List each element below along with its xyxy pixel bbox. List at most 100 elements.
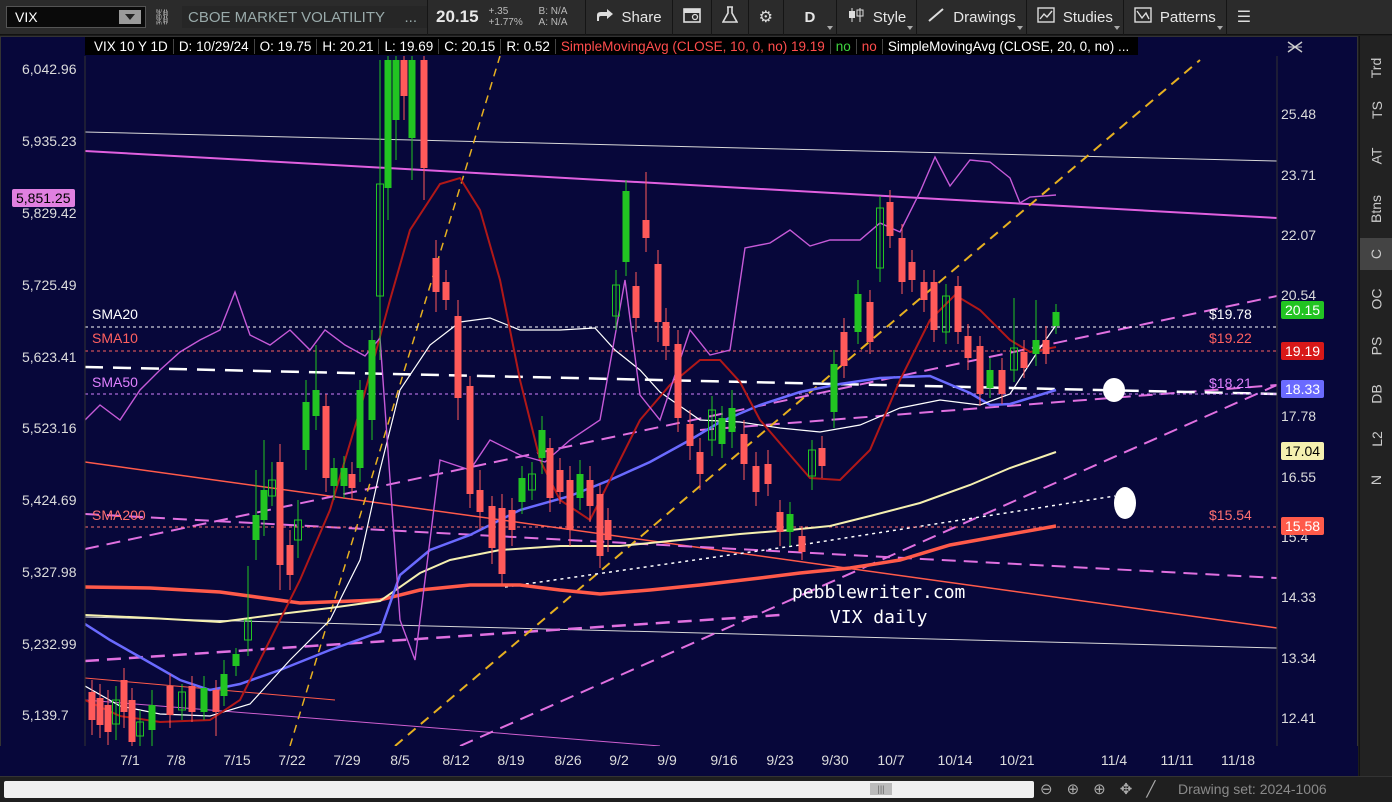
change-block: +.35 +1.77% [489,6,533,28]
drawing-set-label: Drawing set: 2024-1006 [1178,781,1327,797]
sma50-label: SMA50 [92,374,138,390]
studies-button[interactable]: Studies [1027,0,1123,35]
right-axis-label: 25.48 [1281,106,1317,122]
chevron-down-icon[interactable] [119,10,141,24]
candle-body [200,688,208,712]
info-range: R: 0.52 [501,38,556,54]
line-tool-icon[interactable]: ╱ [1146,780,1155,798]
candle-body [312,390,320,416]
scrollbar-thumb[interactable]: ||| [870,783,892,795]
last-price-badge: 20.15 [1281,301,1325,319]
drawings-button[interactable]: Drawings [917,0,1026,35]
sidebar-tab-trd[interactable]: Trd [1360,50,1392,86]
menu-button[interactable]: ☰ [1227,0,1261,35]
right-axis-label: 17.78 [1281,408,1317,424]
x-axis-label: 9/16 [710,752,738,768]
info-low: L: 19.69 [379,38,440,54]
zoom-in-icon[interactable]: ⊕ [1093,780,1106,798]
sidebar-tab-db[interactable]: DB [1360,376,1392,412]
candle-body [604,520,612,540]
candle-body [148,705,156,730]
bottom-bar: ||| ⊖ ⊕ ⊕ ✥ ╱ Drawing set: 2024-1006 [0,776,1392,802]
candle-body [260,490,268,520]
sidebar-tab-n[interactable]: N [1360,462,1392,498]
candle-body [454,316,462,398]
x-axis-label: 8/12 [442,752,470,768]
sidebar-tab-c[interactable]: C [1360,238,1392,270]
sma20-label: SMA20 [92,306,138,322]
sidebar-tab-l2[interactable]: L2 [1360,421,1392,457]
candle-body [696,452,704,474]
sma50-price-label: $18.21 [1209,375,1252,391]
candle-body [220,674,228,696]
candle-body [964,336,972,358]
candle-body [96,698,104,725]
patterns-label: Patterns [1159,8,1216,26]
candle-body [930,282,938,330]
spx-price-badge: 5,851.25 [12,189,75,207]
candle-body [128,700,136,742]
sma10-flag-2: no [857,38,883,54]
aggregation-button[interactable]: D [784,0,836,35]
description-more[interactable]: ... [404,9,417,26]
thinkorswim-window: VIX ⛓ CBOE MARKET VOLATILITY ... 20.15 +… [0,0,1392,802]
sma20-study-label[interactable]: SimpleMovingAvg (CLOSE, 20, 0, no) ... [883,39,1134,54]
sidebar-tab-ts[interactable]: TS [1360,92,1392,128]
sidebar-tab-ps[interactable]: PS [1360,328,1392,364]
right-axis-label: 13.34 [1281,650,1317,666]
symbol-selector[interactable]: VIX [6,6,146,28]
candle-body [728,408,736,432]
candle-body [392,60,400,120]
pan-icon[interactable]: ✥ [1120,780,1133,798]
x-axis-label: 10/7 [877,752,905,768]
ask: A: N/A [538,17,568,28]
sidebar-tab-btns[interactable]: Btns [1360,184,1392,234]
watermark-line2: VIX daily [829,607,928,628]
candle-body [586,480,594,506]
candle-body [818,448,826,466]
net-change: +.35 [488,6,509,17]
crosshair-icon[interactable] [1287,41,1303,53]
x-axis-label: 11/11 [1160,752,1194,768]
candle-body [622,191,630,262]
x-axis-label: 8/19 [497,752,525,768]
share-button[interactable]: Share [586,0,672,35]
candle-body [886,202,894,236]
candle-body [662,322,670,346]
candle-body [432,258,440,292]
link-icon[interactable]: ⛓ [152,8,172,26]
candle-body [340,468,348,486]
candle-body [188,686,196,712]
candle-body [740,434,748,464]
sma20-price-label: $19.78 [1209,306,1252,322]
x-axis-label: 7/1 [120,752,140,768]
study-info-bar: VIX 10 Y 1D D: 10/29/24 O: 19.75 H: 20.2… [85,37,1139,55]
candle-body [898,238,906,282]
crosshair-target-icon[interactable]: ⊕ [1067,780,1080,798]
aggregation-label: D [804,8,816,26]
candle-body [830,364,838,412]
candle-body [286,545,294,575]
sidebar-tab-at[interactable]: AT [1360,138,1392,174]
style-button[interactable]: Style [837,0,916,35]
left-axis-label: 5,327.98 [22,564,77,580]
calendar-button[interactable] [673,0,711,35]
flask-icon [721,5,738,29]
zoom-out-icon[interactable]: ⊖ [1040,780,1053,798]
candle-body [356,390,364,468]
settings-button[interactable]: ⚙ [749,0,783,35]
x-axis-label: 9/30 [821,752,849,768]
left-axis-label: 5,725.49 [22,277,77,293]
gear-icon: ⚙ [758,9,773,26]
studies-lab-button[interactable] [712,0,748,35]
sma10-price-label: $19.22 [1209,330,1252,346]
x-axis-label: 8/26 [554,752,582,768]
candle-body [276,462,284,565]
patterns-button[interactable]: Patterns [1124,0,1226,35]
x-axis-label: 9/2 [609,752,629,768]
last-price: 20.15 [436,7,479,26]
price-chart[interactable] [0,36,1358,776]
sma10-study-label[interactable]: SimpleMovingAvg (CLOSE, 10, 0, no) 19.19 [556,38,831,54]
sidebar-tab-oc[interactable]: OC [1360,281,1392,317]
candle-body [400,60,408,96]
